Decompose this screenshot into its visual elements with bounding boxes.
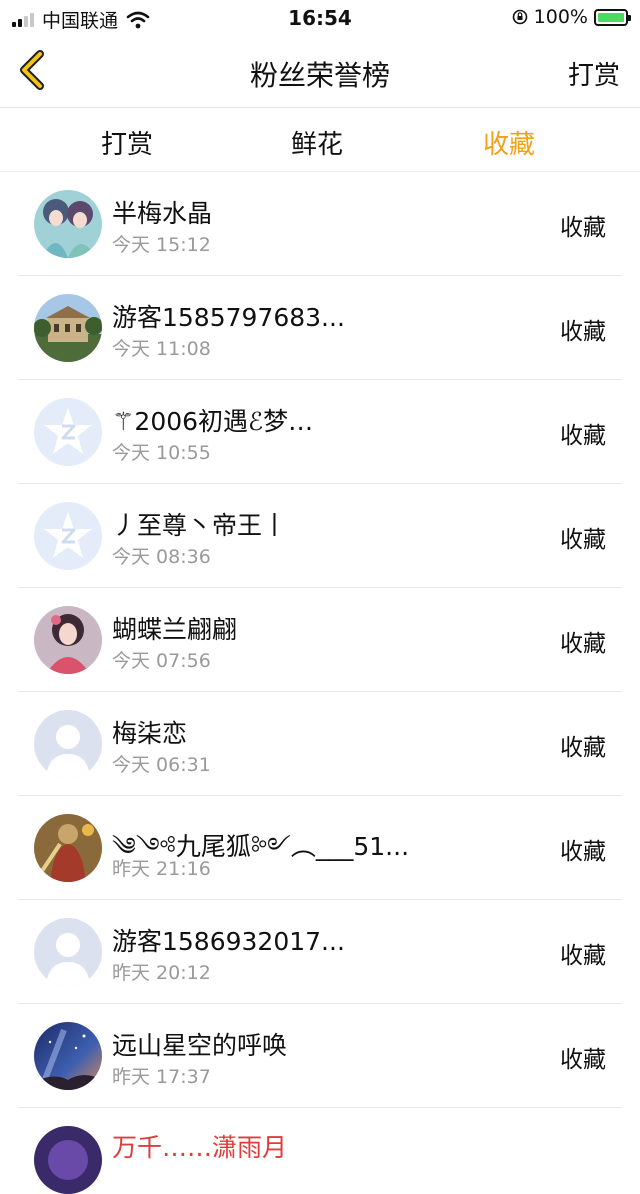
timestamp: 今天 08:36	[112, 546, 211, 568]
user-name: 丿至尊丶帝王丨	[112, 511, 288, 540]
list-item[interactable]: 远山星空的呼唤 昨天 17:37 收藏	[18, 1004, 622, 1108]
anime-girls-avatar-icon	[34, 190, 102, 258]
back-button[interactable]	[12, 48, 52, 92]
default-person-avatar-icon	[34, 918, 102, 986]
avatar[interactable]	[34, 502, 102, 570]
user-name: 梅柒恋	[112, 719, 188, 748]
default-person-avatar-icon	[34, 710, 102, 778]
avatar[interactable]	[34, 814, 102, 882]
building-photo-avatar-icon	[34, 294, 102, 362]
list-item[interactable]: 半梅水晶 今天 15:12 收藏	[18, 172, 622, 276]
avatar[interactable]	[34, 918, 102, 986]
user-name: 蝴蝶兰翩翩	[112, 615, 238, 644]
anime-woman-avatar-icon	[34, 606, 102, 674]
battery-percent: 100%	[533, 6, 588, 28]
list-item[interactable]: ༄༺九尾狐༻︵___51... 昨天 21:16 收藏	[18, 796, 622, 900]
action-label: 收藏	[560, 839, 606, 865]
page-title: 粉丝荣誉榜	[249, 59, 390, 92]
list-item-partial[interactable]: 万千……潇雨月	[18, 1108, 622, 1194]
avatar[interactable]	[34, 190, 102, 258]
list-item[interactable]: 丿至尊丶帝王丨 今天 08:36 收藏	[18, 484, 622, 588]
avatar[interactable]	[34, 1126, 102, 1194]
avatar[interactable]	[34, 398, 102, 466]
avatar[interactable]	[34, 1022, 102, 1090]
user-name: 万千……潇雨月	[112, 1133, 288, 1162]
action-label: 收藏	[560, 631, 606, 657]
action-label: 收藏	[560, 423, 606, 449]
timestamp: 昨天 17:37	[112, 1066, 211, 1088]
avatar[interactable]	[34, 710, 102, 778]
tab-flowers[interactable]: 鲜花	[291, 124, 343, 161]
user-name: 远山星空的呼唤	[112, 1031, 288, 1060]
qq-star-avatar-icon	[34, 502, 102, 570]
action-label: 收藏	[560, 527, 606, 553]
action-label: 收藏	[560, 319, 606, 345]
timestamp: 今天 11:08	[112, 338, 211, 360]
reward-button[interactable]: 打赏	[568, 55, 620, 92]
user-name: 游客1585797683...	[112, 303, 345, 332]
timestamp: 昨天 20:12	[112, 962, 211, 984]
list-item[interactable]: 梅柒恋 今天 06:31 收藏	[18, 692, 622, 796]
orientation-lock-icon	[512, 9, 527, 25]
warrior-art-avatar-icon	[34, 814, 102, 882]
action-label: 收藏	[560, 215, 606, 241]
chevron-left-icon	[20, 50, 44, 90]
fan-list: 半梅水晶 今天 15:12 收藏 游客1585797683... 今天 11:0…	[0, 172, 640, 1194]
avatar[interactable]	[34, 294, 102, 362]
tab-favorites[interactable]: 收藏	[483, 124, 535, 161]
starry-sky-avatar-icon	[34, 1022, 102, 1090]
timestamp: 今天 10:55	[112, 442, 211, 464]
list-item[interactable]: ⚚2006初遇ℰ梦… 今天 10:55 收藏	[18, 380, 622, 484]
tab-reward[interactable]: 打赏	[101, 124, 153, 161]
action-label: 收藏	[560, 1047, 606, 1073]
qq-star-avatar-icon	[34, 398, 102, 466]
user-name: 游客1586932017...	[112, 927, 345, 956]
timestamp: 今天 06:31	[112, 754, 211, 776]
user-name: ⚚2006初遇ℰ梦…	[112, 407, 314, 436]
timestamp: 今天 15:12	[112, 234, 211, 256]
nav-bar: 粉丝荣誉榜 打赏	[0, 36, 640, 108]
timestamp: 昨天 21:16	[112, 858, 211, 880]
battery-icon	[594, 8, 631, 26]
status-right: 100%	[512, 6, 631, 28]
list-item[interactable]: 蝴蝶兰翩翩 今天 07:56 收藏	[18, 588, 622, 692]
list-item[interactable]: 游客1585797683... 今天 11:08 收藏	[18, 276, 622, 380]
battery-fill	[598, 12, 624, 22]
list-item[interactable]: 游客1586932017... 昨天 20:12 收藏	[18, 900, 622, 1004]
action-label: 收藏	[560, 943, 606, 969]
status-bar: 中国联通 16:54 100%	[0, 0, 640, 36]
tab-bar: 打赏 鲜花 收藏	[0, 108, 640, 172]
avatar[interactable]	[34, 606, 102, 674]
action-label: 收藏	[560, 735, 606, 761]
purple-art-avatar-icon	[34, 1126, 102, 1194]
timestamp: 今天 07:56	[112, 650, 211, 672]
user-name: 半梅水晶	[112, 199, 213, 228]
